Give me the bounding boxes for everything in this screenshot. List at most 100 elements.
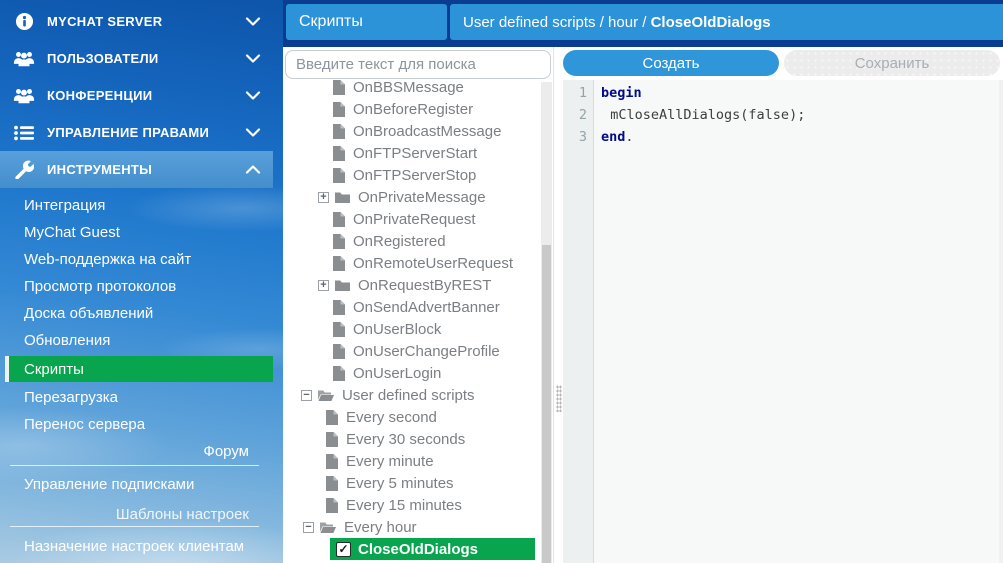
link-label: Шаблоны настроек: [116, 506, 249, 523]
menu-item-users[interactable]: ПОЛЬЗОВАТЕЛИ: [0, 40, 273, 77]
create-button[interactable]: Создать: [563, 50, 779, 76]
code-keyword: end: [594, 129, 625, 145]
minus-box-icon[interactable]: [303, 522, 314, 533]
search-input[interactable]: [285, 50, 551, 79]
tree-item-selected[interactable]: CloseOldDialogs: [330, 538, 535, 560]
document-icon: [333, 80, 345, 95]
tree-item[interactable]: OnUserLogin: [283, 362, 541, 384]
menu-item-rights-management[interactable]: УПРАВЛЕНИЕ ПРАВАМИ: [0, 114, 273, 151]
submenu-item-label: MyChat Guest: [24, 224, 120, 241]
submenu-item-server-transfer[interactable]: Перенос сервера: [0, 411, 273, 438]
tree-item-label: User defined scripts: [342, 387, 475, 404]
document-icon: [326, 432, 338, 447]
chevron-up-icon: [245, 164, 261, 175]
editor-toolbar: Создать Сохранить: [563, 50, 1000, 76]
submenu-item-integration[interactable]: Интеграция: [0, 192, 273, 219]
tree-item[interactable]: OnUserChangeProfile: [283, 340, 541, 362]
tree-item[interactable]: OnBBSMessage: [283, 76, 541, 98]
tree-item[interactable]: OnBeforeRegister: [283, 98, 541, 120]
folder-closed-icon: [335, 191, 350, 203]
submenu-item-web-support[interactable]: Web-поддержка на сайт: [0, 246, 273, 273]
scripts-tree-panel: OnBBSMessage OnBeforeRegister OnBroadcas…: [283, 47, 553, 563]
submenu-item-label: Просмотр протоколов: [24, 278, 176, 295]
line-number: 3: [563, 129, 594, 145]
users-icon: [12, 49, 36, 68]
tree-folder[interactable]: OnPrivateMessage: [283, 186, 541, 208]
menu-item-label: MYCHAT SERVER: [47, 14, 245, 29]
tree-item[interactable]: OnFTPServerStop: [283, 164, 541, 186]
tree-item[interactable]: Every minute: [283, 450, 541, 472]
client-settings-assignment-link[interactable]: Назначение настроек клиентам: [0, 527, 273, 563]
code-editor[interactable]: 1 begin 2 mCloseAllDialogs(false); 3 end…: [563, 80, 1003, 563]
scripts-tree: OnBBSMessage OnBeforeRegister OnBroadcas…: [283, 76, 541, 563]
line-number-gutter: [563, 80, 594, 563]
menu-item-label: ПОЛЬЗОВАТЕЛИ: [47, 51, 245, 66]
tree-item[interactable]: Every 5 minutes: [283, 472, 541, 494]
breadcrumb-path: User defined scripts / hour /: [463, 14, 651, 31]
tree-item-label: OnRequestByREST: [358, 277, 491, 294]
submenu-item-scripts-selected[interactable]: Скрипты: [5, 356, 273, 382]
editor-vertical-scrollbar[interactable]: [999, 80, 1003, 563]
tools-submenu: Интеграция MyChat Guest Web-поддержка на…: [0, 192, 273, 563]
forum-link-label: Форум: [203, 443, 249, 460]
scrollbar-thumb[interactable]: [542, 245, 551, 563]
menu-item-label: ИНСТРУМЕНТЫ: [47, 162, 245, 177]
submenu-item-label: Интеграция: [24, 197, 105, 214]
submenu-item-label: Доска объявлений: [24, 305, 153, 322]
tree-item[interactable]: OnUserBlock: [283, 318, 541, 340]
plus-box-icon[interactable]: [318, 192, 329, 203]
tree-item-label: OnBeforeRegister: [353, 101, 473, 118]
tree-item[interactable]: OnRegistered: [283, 230, 541, 252]
tree-item[interactable]: OnSendAdvertBanner: [283, 296, 541, 318]
submenu-item-mychat-guest[interactable]: MyChat Guest: [0, 219, 273, 246]
page-title: Скрипты: [299, 13, 363, 31]
submenu-item-restart[interactable]: Перезагрузка: [0, 384, 273, 411]
tree-item[interactable]: OnPrivateRequest: [283, 208, 541, 230]
main-menu: MYCHAT SERVER ПОЛЬЗОВАТЕЛИ КОНФЕРЕНЦИИ: [0, 3, 273, 188]
document-icon: [333, 322, 345, 337]
tree-item-label: OnPrivateRequest: [353, 211, 476, 228]
tree-item[interactable]: OnBroadcastMessage: [283, 120, 541, 142]
subscriptions-management-link[interactable]: Управление подписками: [0, 466, 273, 502]
document-icon: [326, 410, 338, 425]
tree-item[interactable]: Every 15 minutes: [283, 494, 541, 516]
tree-item[interactable]: Every second: [283, 406, 541, 428]
tree-vertical-scrollbar[interactable]: [541, 82, 552, 563]
tree-item[interactable]: Every 30 seconds: [283, 428, 541, 450]
forum-link[interactable]: Форум: [0, 438, 273, 465]
document-icon: [333, 168, 345, 183]
submenu-item-protocols[interactable]: Просмотр протоколов: [0, 273, 273, 300]
tree-item[interactable]: OnFTPServerStart: [283, 142, 541, 164]
tree-item-label: OnRegistered: [353, 233, 446, 250]
save-button[interactable]: Сохранить: [784, 50, 1000, 76]
document-icon: [326, 476, 338, 491]
menu-item-tools[interactable]: ИНСТРУМЕНТЫ: [0, 151, 273, 188]
submenu-item-label: Перенос сервера: [24, 416, 145, 433]
settings-templates-link[interactable]: Шаблоны настроек: [0, 502, 273, 526]
submenu-item-updates[interactable]: Обновления: [0, 327, 273, 354]
minus-box-icon[interactable]: [301, 390, 312, 401]
tree-item-label: Every 5 minutes: [346, 475, 454, 492]
menu-item-mychat-server[interactable]: MYCHAT SERVER: [0, 3, 273, 40]
tree-item[interactable]: OnRemoteUserRequest: [283, 252, 541, 274]
checkbox-checked-icon[interactable]: [336, 542, 351, 557]
splitter-grip-icon[interactable]: [556, 385, 562, 412]
script-editor-panel: Создать Сохранить 1 begin 2 mCloseAllDia…: [563, 47, 1003, 563]
document-icon: [333, 256, 345, 271]
tree-folder-open[interactable]: User defined scripts: [283, 384, 541, 406]
wrench-icon: [12, 160, 36, 179]
tree-item-label: Every minute: [346, 453, 434, 470]
submenu-item-label: Скрипты: [24, 361, 84, 378]
submenu-item-bulletin-board[interactable]: Доска объявлений: [0, 300, 273, 327]
menu-item-conferences[interactable]: КОНФЕРЕНЦИИ: [0, 77, 273, 114]
line-number: 2: [563, 107, 594, 123]
tree-item-label: Every 30 seconds: [346, 431, 465, 448]
line-number: 1: [563, 85, 594, 101]
document-icon: [333, 234, 345, 249]
submenu-item-label: Перезагрузка: [24, 389, 118, 406]
tree-folder-open[interactable]: Every hour: [283, 516, 541, 538]
plus-box-icon[interactable]: [318, 280, 329, 291]
tree-item-label: OnPrivateMessage: [358, 189, 486, 206]
tree-folder[interactable]: OnRequestByREST: [283, 274, 541, 296]
document-icon: [333, 212, 345, 227]
